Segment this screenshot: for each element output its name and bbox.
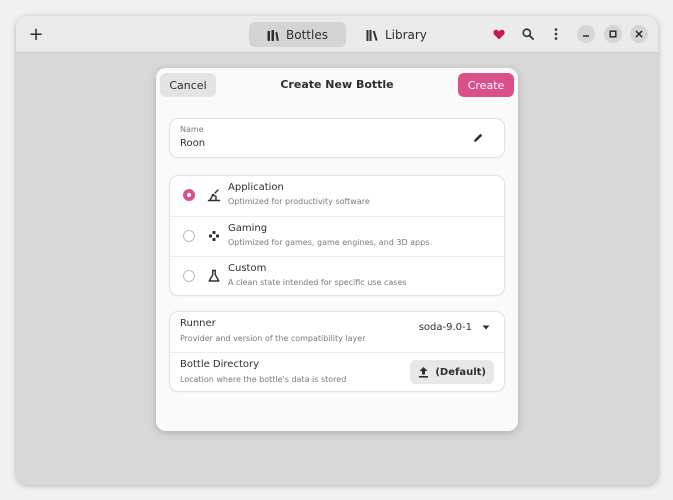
runner-title: Runner — [180, 318, 216, 329]
runner-dropdown[interactable]: soda-9.0-1 — [419, 322, 490, 333]
gamepad-icon — [209, 231, 219, 241]
runner-subtitle: Provider and version of the compatibilit… — [180, 334, 366, 343]
main-menu-button[interactable] — [544, 22, 568, 46]
search-button[interactable] — [516, 22, 540, 46]
add-bottle-button[interactable]: + — [24, 22, 48, 46]
view-switcher: Bottles Library — [249, 22, 445, 47]
radio-gaming[interactable] — [183, 230, 195, 242]
flask-icon — [208, 269, 220, 282]
runner-value: soda-9.0-1 — [418, 322, 472, 333]
search-icon — [522, 28, 534, 40]
upload-icon — [419, 367, 429, 378]
environment-title: Gaming — [228, 223, 268, 234]
application-icon — [207, 189, 221, 202]
chevron-down-icon — [482, 325, 490, 330]
minimize-button[interactable] — [577, 25, 595, 43]
environment-title: Application — [228, 182, 284, 193]
minimize-icon — [583, 35, 589, 37]
environment-application[interactable]: Application Optimized for productivity s… — [170, 176, 504, 216]
environment-custom[interactable]: Custom A clean state intended for specif… — [170, 256, 504, 297]
tab-library-label: Library — [384, 27, 427, 42]
directory-subtitle: Location where the bottle's data is stor… — [180, 375, 347, 384]
environment-subtitle: Optimized for games, game engines, and 3… — [228, 238, 430, 247]
environment-title: Custom — [228, 263, 267, 274]
cancel-button[interactable]: Cancel — [160, 73, 216, 97]
name-input[interactable]: Roon — [180, 138, 205, 149]
radio-custom[interactable] — [183, 270, 195, 282]
choose-directory-button[interactable]: (Default) — [410, 360, 494, 384]
edit-icon[interactable] — [472, 132, 484, 144]
directory-title: Bottle Directory — [180, 359, 260, 370]
environment-subtitle: Optimized for productivity software — [228, 197, 370, 206]
radio-application[interactable] — [183, 189, 195, 201]
name-label: Name — [180, 125, 204, 134]
donate-button[interactable] — [487, 22, 511, 46]
maximize-icon — [609, 30, 617, 38]
environment-list: Application Optimized for productivity s… — [170, 176, 504, 295]
advanced-settings: Runner Provider and version of the compa… — [170, 312, 504, 391]
create-bottle-dialog: Create New Bottle Cancel Create Name Roo… — [156, 68, 518, 431]
create-button[interactable]: Create — [458, 73, 514, 97]
close-icon — [635, 30, 643, 38]
tab-bottles-label: Bottles — [286, 27, 328, 42]
maximize-button[interactable] — [604, 25, 622, 43]
directory-button-label: (Default) — [435, 366, 486, 378]
close-button[interactable] — [630, 25, 648, 43]
headerbar: + Bottles Library — [16, 16, 658, 53]
tab-library[interactable]: Library — [348, 22, 445, 47]
runner-row[interactable]: Runner Provider and version of the compa… — [170, 312, 504, 352]
tab-bottles[interactable]: Bottles — [249, 22, 346, 47]
environment-gaming[interactable]: Gaming Optimized for games, game engines… — [170, 216, 504, 257]
environment-subtitle: A clean state intended for specific use … — [228, 278, 407, 287]
directory-row: Bottle Directory Location where the bott… — [170, 352, 504, 393]
bottles-icon — [267, 29, 279, 41]
name-entry[interactable]: Name Roon — [170, 119, 504, 157]
library-icon — [366, 29, 378, 41]
heart-icon — [493, 29, 505, 39]
app-window: + Bottles Library Create New Bottle Canc… — [16, 16, 658, 485]
more-vertical-icon — [554, 28, 558, 40]
